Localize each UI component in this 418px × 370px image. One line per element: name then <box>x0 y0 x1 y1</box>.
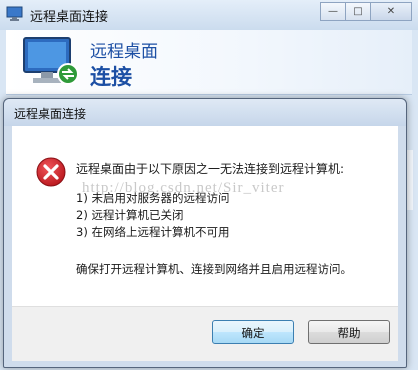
error-dialog: 远程桌面连接 http://blog.csdn.net/Sir_viter 远程… <box>3 98 407 368</box>
error-icon <box>36 157 66 187</box>
remote-desktop-icon <box>6 6 23 21</box>
background-header: 远程桌面 连接 <box>6 30 412 95</box>
background-window-title: 远程桌面连接 <box>30 10 109 25</box>
reason-item: 2) 远程计算机已关闭 <box>76 208 184 222</box>
dialog-titlebar[interactable]: 远程桌面连接 <box>4 99 406 126</box>
dialog-body: http://blog.csdn.net/Sir_viter 远程桌面由于以下原… <box>12 126 398 306</box>
background-titlebar: 远程桌面连接 — □ ✕ <box>0 0 418 30</box>
error-message: 远程桌面由于以下原因之一无法连接到远程计算机: <box>76 162 345 176</box>
header-line2: 连接 <box>90 65 132 89</box>
header-line1: 远程桌面 <box>90 42 158 62</box>
close-button[interactable]: ✕ <box>371 2 412 21</box>
dialog-title: 远程桌面连接 <box>14 107 87 121</box>
reason-item: 3) 在网络上远程计算机不可用 <box>76 225 230 239</box>
help-button[interactable]: 帮助 <box>308 320 390 344</box>
minimize-button[interactable]: — <box>320 2 346 21</box>
footer-message: 确保打开远程计算机、连接到网络并且启用远程访问。 <box>76 262 352 276</box>
maximize-button[interactable]: □ <box>346 2 371 21</box>
ok-button[interactable]: 确定 <box>212 320 294 344</box>
reason-list: 1) 未启用对服务器的远程访问 2) 远程计算机已关闭 3) 在网络上远程计算机… <box>76 190 229 241</box>
window-controls: — □ ✕ <box>320 2 412 21</box>
dialog-footer: 确定 帮助 <box>12 306 398 361</box>
reason-item: 1) 未启用对服务器的远程访问 <box>76 191 230 205</box>
monitor-icon <box>23 37 79 85</box>
